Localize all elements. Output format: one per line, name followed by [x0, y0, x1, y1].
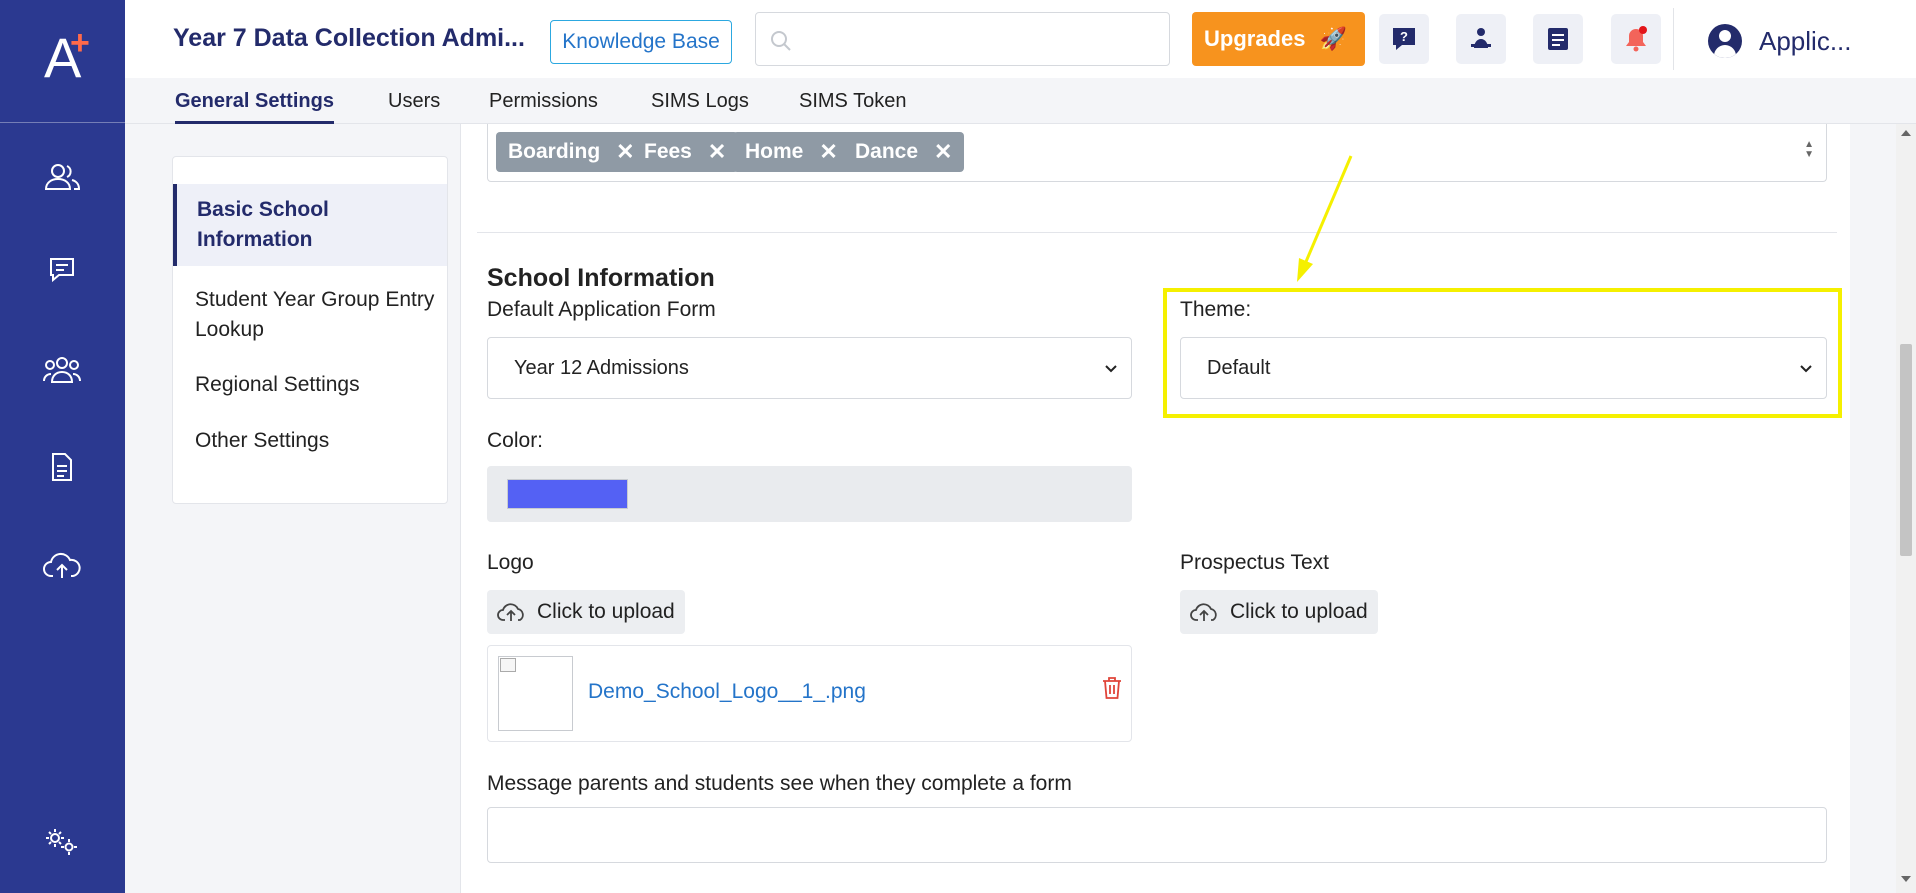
- remove-tag-icon[interactable]: ✕: [934, 139, 952, 165]
- tab-sims-logs[interactable]: SIMS Logs: [651, 90, 749, 121]
- notifications-button[interactable]: [1611, 14, 1661, 64]
- tag-label: Dance: [855, 140, 919, 163]
- color-swatch[interactable]: [507, 479, 628, 509]
- logo-label: Logo: [487, 551, 534, 574]
- prospectus-upload-button[interactable]: Click to upload: [1180, 590, 1378, 634]
- completion-message-label: Message parents and students see when th…: [487, 772, 1072, 795]
- user-name[interactable]: Applic...: [1759, 26, 1852, 57]
- user-avatar[interactable]: [1708, 24, 1742, 58]
- tags-select[interactable]: Boarding ✕ Fees ✕ Home ✕ Dance ✕ ▲ ▼: [487, 124, 1827, 182]
- default-form-value: Year 12 Admissions: [514, 356, 689, 379]
- group-icon[interactable]: [42, 349, 82, 389]
- tag-chip: Dance ✕: [843, 132, 965, 172]
- chevron-down-icon: [1800, 365, 1812, 373]
- settings-content: Boarding ✕ Fees ✕ Home ✕ Dance ✕ ▲ ▼ Scho…: [460, 124, 1850, 893]
- document-icon[interactable]: [42, 447, 82, 487]
- completion-message-input[interactable]: [487, 807, 1827, 863]
- section-title: School Information: [487, 264, 715, 292]
- settings-menu: Basic School Information Student Year Gr…: [172, 156, 448, 504]
- app-title: Year 7 Data Collection Admi...: [173, 24, 525, 52]
- chat-icon[interactable]: [42, 250, 82, 290]
- tab-general-settings[interactable]: General Settings: [175, 90, 334, 124]
- remove-tag-icon[interactable]: ✕: [708, 139, 726, 165]
- trash-icon[interactable]: [1101, 676, 1123, 700]
- tag-label: Fees: [644, 140, 692, 163]
- sort-arrows-icon: ▲ ▼: [1804, 139, 1814, 160]
- scroll-down-icon[interactable]: [1901, 876, 1911, 882]
- cloud-upload-icon[interactable]: [42, 546, 82, 586]
- logo-upload-button[interactable]: Click to upload: [487, 590, 685, 634]
- broken-image-icon: [500, 658, 516, 672]
- tab-users[interactable]: Users: [388, 90, 440, 121]
- menu-item-student-year-group-entry-lookup[interactable]: Student Year Group Entry Lookup: [173, 285, 447, 345]
- brand-logo[interactable]: A +: [0, 0, 125, 123]
- scrollbar[interactable]: [1896, 124, 1916, 893]
- scroll-up-icon[interactable]: [1901, 130, 1911, 136]
- upload-label: Click to upload: [537, 600, 675, 623]
- tag-chip: Home ✕: [733, 132, 850, 172]
- color-picker[interactable]: [487, 466, 1132, 522]
- upgrades-label: Upgrades: [1204, 26, 1306, 51]
- theme-label: Theme:: [1180, 298, 1252, 321]
- prospectus-label: Prospectus Text: [1180, 551, 1330, 574]
- svg-text:?: ?: [1400, 29, 1408, 44]
- rocket-icon: 🚀: [1319, 26, 1347, 51]
- settings-gears-icon[interactable]: [42, 822, 82, 862]
- sidebar: A +: [0, 0, 125, 893]
- tab-sims-token[interactable]: SIMS Token: [799, 90, 906, 121]
- tag-label: Boarding: [508, 140, 601, 163]
- section-divider: [477, 232, 1837, 233]
- notes-button[interactable]: [1533, 14, 1583, 64]
- tag-chip: Boarding ✕: [496, 132, 647, 172]
- bell-icon: [1626, 26, 1647, 52]
- logo-thumbnail[interactable]: [498, 656, 573, 731]
- remove-tag-icon[interactable]: ✕: [819, 139, 837, 165]
- upload-label: Click to upload: [1230, 600, 1368, 623]
- search-box[interactable]: [755, 12, 1170, 66]
- menu-item-basic-school-information[interactable]: Basic School Information: [173, 184, 447, 266]
- theme-value: Default: [1207, 356, 1271, 379]
- menu-item-other-settings[interactable]: Other Settings: [173, 426, 447, 456]
- tag-chip: Fees ✕: [632, 132, 739, 172]
- default-form-label: Default Application Form: [487, 298, 716, 321]
- knowledge-base-button[interactable]: Knowledge Base: [550, 20, 732, 64]
- menu-item-regional-settings[interactable]: Regional Settings: [173, 370, 447, 400]
- teacher-icon: [1471, 28, 1491, 48]
- search-input[interactable]: [802, 23, 1162, 57]
- color-label: Color:: [487, 429, 544, 452]
- notes-icon: [1548, 28, 1568, 50]
- settings-tabs: General Settings Users Permissions SIMS …: [125, 78, 1916, 124]
- training-button[interactable]: [1456, 14, 1506, 64]
- help-icon: ?: [1393, 28, 1415, 50]
- cloud-upload-icon: [1190, 603, 1217, 621]
- help-button[interactable]: ?: [1379, 14, 1429, 64]
- brand-plus: +: [70, 24, 90, 62]
- header-divider: [1673, 8, 1674, 70]
- theme-select[interactable]: Default: [1180, 337, 1827, 399]
- annotation-arrow: [1297, 155, 1353, 282]
- logo-file-link[interactable]: Demo_School_Logo__1_.png: [588, 680, 866, 704]
- top-bar: Year 7 Data Collection Admi... Knowledge…: [125, 0, 1916, 78]
- tag-label: Home: [745, 140, 804, 163]
- users-icon[interactable]: [42, 157, 82, 197]
- upgrades-button[interactable]: Upgrades 🚀: [1192, 12, 1365, 66]
- default-form-select[interactable]: Year 12 Admissions: [487, 337, 1132, 399]
- tab-permissions[interactable]: Permissions: [489, 90, 598, 121]
- scroll-thumb[interactable]: [1900, 344, 1912, 556]
- logo-file-card: Demo_School_Logo__1_.png: [487, 645, 1132, 742]
- search-icon: [771, 31, 791, 51]
- cloud-upload-icon: [497, 603, 524, 621]
- chevron-down-icon: [1105, 365, 1117, 373]
